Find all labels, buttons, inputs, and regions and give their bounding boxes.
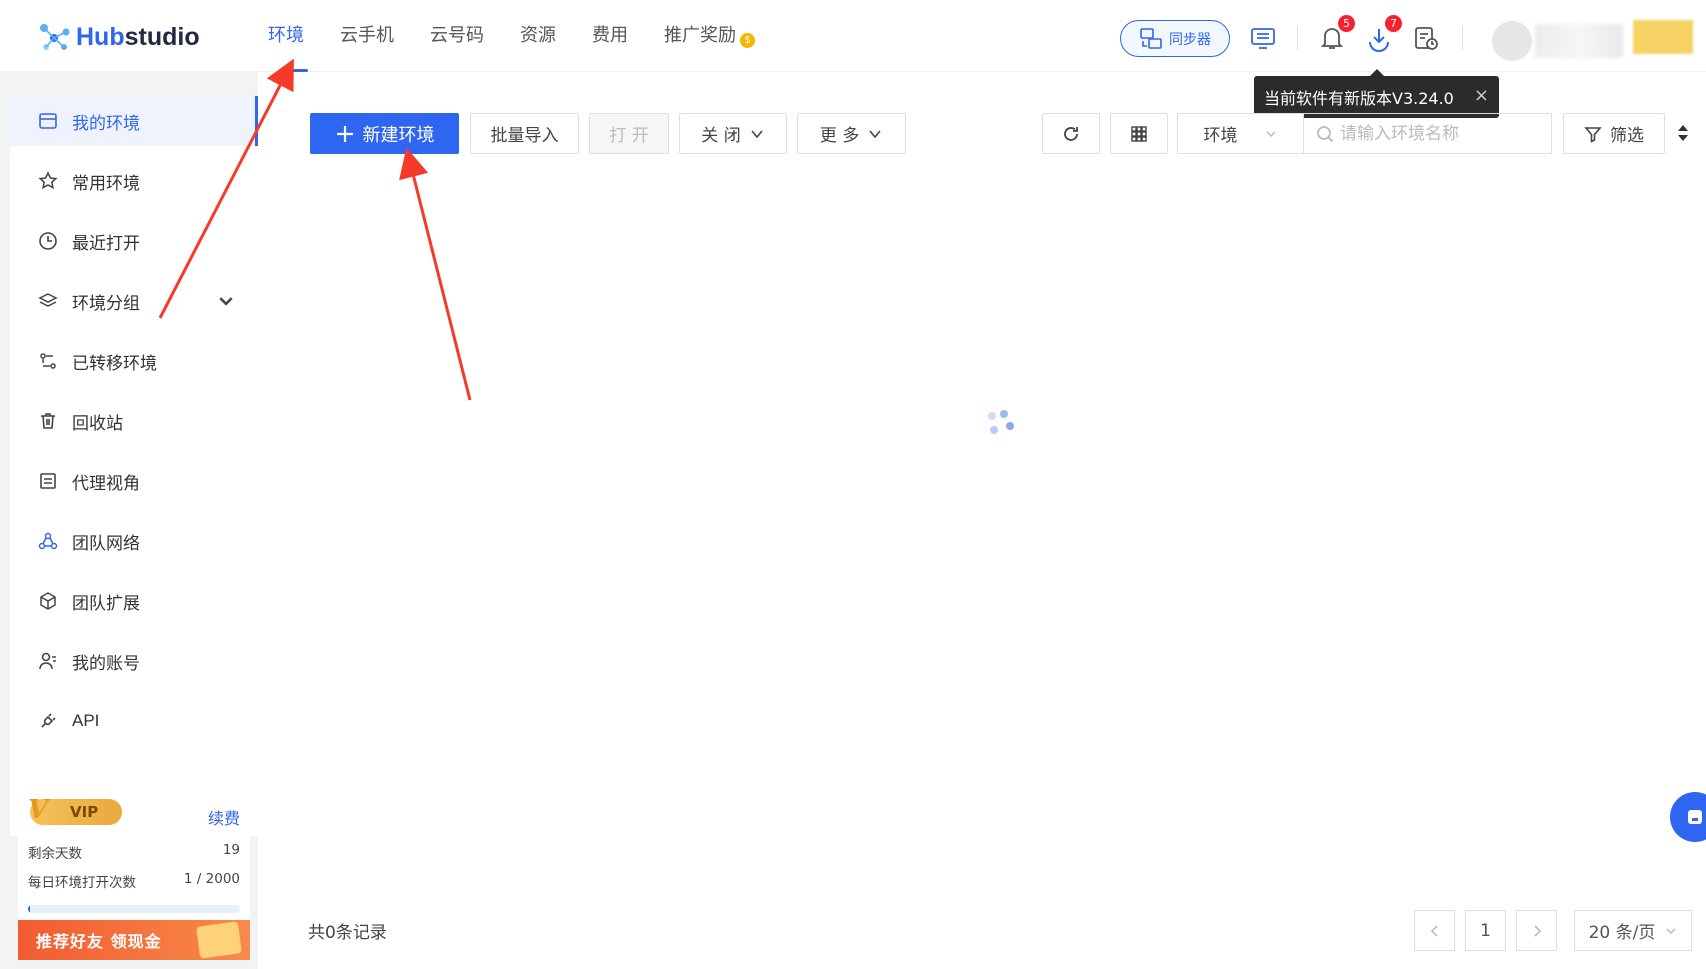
nav-tab-cloud-number[interactable]: 云号码 <box>430 0 484 72</box>
sidebar-item-favorite-environments[interactable]: 常用环境 <box>10 156 258 206</box>
sidebar-item-environment-groups[interactable]: 环境分组 <box>10 276 258 326</box>
download-update-icon[interactable]: 7 <box>1365 15 1402 52</box>
nav-tab-referral[interactable]: 推广奖励 $ <box>664 0 755 72</box>
close-dropdown-button[interactable]: 关 闭 <box>679 113 787 154</box>
cube-icon <box>40 592 56 610</box>
search-scope-select[interactable]: 环境 <box>1177 113 1304 154</box>
close-icon[interactable]: × <box>1474 85 1489 106</box>
logo-text: Hubstudio <box>76 22 200 51</box>
vip-badge: V VIP <box>28 795 122 825</box>
chevron-right-icon <box>1533 924 1541 937</box>
progress-fill <box>28 905 31 913</box>
user-name-blurred <box>1535 24 1623 58</box>
renew-link[interactable]: 续费 <box>208 805 240 829</box>
user-icon <box>39 652 56 670</box>
divider <box>1297 26 1298 50</box>
sync-button[interactable]: 同步器 <box>1120 20 1230 57</box>
browser-icon <box>39 113 57 129</box>
bell-icon[interactable]: 5 <box>1318 15 1355 52</box>
refresh-icon <box>1064 126 1078 141</box>
referral-promo-banner[interactable]: 推荐好友 领现金 <box>18 920 250 960</box>
refresh-button[interactable] <box>1042 113 1100 154</box>
proxy-icon <box>40 473 56 489</box>
prev-page-button[interactable] <box>1414 910 1455 951</box>
plus-icon <box>336 125 353 142</box>
batch-import-button[interactable]: 批量导入 <box>470 113 579 154</box>
clock-icon <box>39 232 57 250</box>
chevron-down-icon[interactable] <box>216 291 236 311</box>
multi-screen-icon[interactable] <box>1249 24 1277 52</box>
top-bar: Hubstudio 环境 云手机 云号码 资源 费用 推广奖励 $ 同步器 5 7 <box>0 0 1706 72</box>
daily-opens-row: 每日环境打开次数 1 / 2000 <box>28 871 240 891</box>
app-logo[interactable]: Hubstudio <box>38 22 200 52</box>
chevron-down-icon <box>1666 927 1676 934</box>
sidebar-item-team-extensions[interactable]: 团队扩展 <box>10 576 258 626</box>
member-level-badge <box>1633 20 1693 54</box>
main-nav: 环境 云手机 云号码 资源 费用 推广奖励 $ <box>268 0 791 72</box>
sidebar-item-recently-opened[interactable]: 最近打开 <box>10 216 258 266</box>
chevron-down-icon <box>751 129 763 138</box>
chevron-down-icon <box>869 129 881 138</box>
sidebar-item-recycle-bin[interactable]: 回收站 <box>10 396 258 446</box>
sidebar-item-team-network[interactable]: 团队网络 <box>10 516 258 566</box>
notification-badge: 5 <box>1338 15 1355 32</box>
next-page-button[interactable] <box>1516 910 1557 951</box>
divider <box>1462 26 1463 50</box>
vip-v-icon: V <box>28 795 49 825</box>
nav-tab-fees[interactable]: 费用 <box>592 0 628 72</box>
filter-icon <box>1584 126 1602 143</box>
grid-icon <box>1131 125 1147 142</box>
download-badge: 7 <box>1385 15 1402 32</box>
chat-icon <box>1688 810 1702 824</box>
sidebar-item-api[interactable]: API <box>10 696 258 746</box>
grid-view-button[interactable] <box>1110 113 1168 154</box>
star-icon <box>38 171 58 190</box>
sidebar-item-my-environments[interactable]: 我的环境 <box>10 96 258 146</box>
molecule-logo-icon <box>40 24 70 50</box>
nav-tab-environment[interactable]: 环境 <box>268 0 308 72</box>
search-input[interactable] <box>1340 123 1540 144</box>
sidebar-item-transferred-environments[interactable]: 已转移环境 <box>10 336 258 386</box>
chevron-down-icon <box>1265 130 1276 137</box>
team-network-icon <box>38 532 58 550</box>
support-chat-button[interactable] <box>1670 792 1706 842</box>
vip-card: V VIP 续费 剩余天数 19 每日环境打开次数 1 / 2000 <box>18 785 250 921</box>
record-count: 共0条记录 <box>308 923 387 943</box>
nav-tab-cloud-phone[interactable]: 云手机 <box>340 0 394 72</box>
daily-opens-progress <box>28 905 240 913</box>
nav-tab-resources[interactable]: 资源 <box>520 0 556 72</box>
coin-icon: $ <box>740 32 755 48</box>
user-avatar[interactable] <box>1492 21 1532 61</box>
page-number-button[interactable]: 1 <box>1465 910 1506 951</box>
more-dropdown-button[interactable]: 更 多 <box>797 113 906 154</box>
plug-icon <box>41 713 56 728</box>
sidebar-item-proxy-view[interactable]: 代理视角 <box>10 456 258 506</box>
sort-icon[interactable] <box>1676 122 1690 148</box>
sidebar-menu: 我的环境 常用环境 最近打开 环境分组 已转移环境 回收站 代理视角 团队网络 … <box>10 96 258 836</box>
filter-button[interactable]: 筛选 <box>1563 113 1665 154</box>
new-environment-button[interactable]: 新建环境 <box>310 113 459 154</box>
trash-icon <box>41 413 55 429</box>
page-size-select[interactable]: 20 条/页 <box>1574 910 1692 951</box>
search-icon <box>1317 125 1334 142</box>
layers-icon <box>38 293 58 307</box>
tooltip-text: 当前软件有新版本V3.24.0 <box>1264 89 1454 108</box>
chevron-left-icon <box>1430 924 1438 937</box>
schedule-doc-icon[interactable] <box>1412 24 1440 52</box>
arrow-to-new-environment-button <box>399 147 472 401</box>
sidebar-item-my-account[interactable]: 我的账号 <box>10 636 258 686</box>
update-tooltip: 当前软件有新版本V3.24.0 × <box>1254 69 1499 118</box>
open-button[interactable]: 打 开 <box>589 113 669 154</box>
transfer-icon <box>40 353 56 369</box>
search-box[interactable] <box>1303 113 1552 154</box>
gift-box-icon <box>195 921 243 959</box>
remaining-days-row: 剩余天数 19 <box>28 842 240 862</box>
loading-spinner-icon <box>986 410 1016 440</box>
sync-device-icon <box>1140 27 1162 49</box>
